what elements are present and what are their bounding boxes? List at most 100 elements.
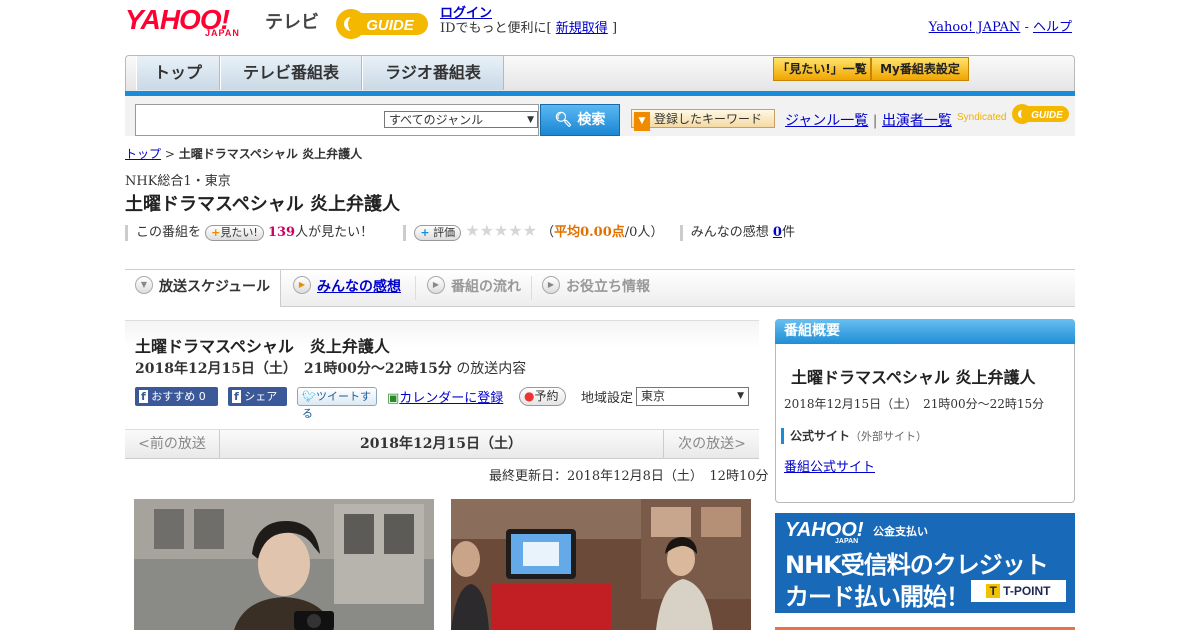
chevron-right-icon: ▶ — [542, 276, 560, 294]
signup-link[interactable]: 新規取得 — [556, 21, 608, 36]
tpoint-icon: T — [986, 584, 1000, 598]
login-box: ログイン IDでもっと便利に[ 新規取得 ] — [440, 6, 617, 36]
station-label: NHK総合1・東京 — [125, 174, 231, 189]
calendar-icon: ▣ — [387, 391, 400, 406]
search-links: ジャンル一覧 | 出演者一覧 — [785, 110, 952, 130]
ad-line1: NHK受信料のクレジット — [785, 551, 1049, 579]
gguide-logo: GUIDE — [336, 9, 428, 39]
page-title: 土曜ドラマスペシャル 炎上弁護人 — [125, 194, 401, 215]
ad-line2: カード払い開始！ — [785, 583, 970, 611]
program-title: 土曜ドラマスペシャル 炎上弁護人 — [135, 337, 390, 356]
ad-japan-label: JAPAN — [835, 538, 859, 545]
tweet-button[interactable]: 🐦︎ツイートする — [297, 387, 377, 420]
chevron-down-icon: ▼ — [135, 276, 153, 294]
divider — [125, 224, 128, 241]
tpoint-logo: T T-POINT — [971, 580, 1066, 602]
summary-datetime: 2018年12月15日（土） 21時00分～22時15分 — [784, 397, 1045, 411]
sub-tabs: ▼ 放送スケジュール ▶ みんなの感想 ▶ 番組の流れ ▶ お役立ち情報 — [125, 269, 1075, 307]
last-updated: 最終更新日：2018年12月8日（土） 12時10分 — [489, 469, 769, 484]
avg-people: /0人 — [624, 225, 651, 240]
tab-useful-info: ▶ お役立ち情報 — [542, 270, 650, 306]
cast-list-link[interactable]: 出演者一覧 — [882, 113, 952, 129]
tab-tv-schedule[interactable]: テレビ番組表 — [220, 56, 362, 90]
genre-list-link[interactable]: ジャンル一覧 — [785, 113, 868, 129]
tab-broadcast-schedule[interactable]: ▼ 放送スケジュール — [125, 270, 281, 307]
main-nav: トップ テレビ番組表 ラジオ番組表 「見たい!」一覧 My番組表設定 — [125, 55, 1075, 93]
program-photo-2[interactable] — [451, 499, 751, 630]
breadcrumb-top[interactable]: トップ — [125, 147, 161, 161]
region-label: 地域設定 — [581, 391, 634, 406]
twitter-icon: 🐦︎ — [302, 390, 316, 403]
help-link[interactable]: ヘルプ — [1033, 20, 1072, 35]
official-site-label: 公式サイト（外部サイト） — [781, 428, 927, 444]
login-link[interactable]: ログイン — [440, 6, 492, 21]
tab-top[interactable]: トップ — [136, 56, 220, 90]
svg-text:GUIDE: GUIDE — [366, 17, 415, 34]
breadcrumb: トップ > 土曜ドラマスペシャル 炎上弁護人 — [125, 145, 362, 162]
ad-payment-label: 公金支払い — [873, 525, 928, 538]
gguide-small-logo: GUIDE — [1012, 104, 1069, 124]
star-rating[interactable]: ★★★★★ — [465, 222, 541, 240]
reserve-button[interactable]: ●予約 — [519, 387, 566, 406]
rate-button[interactable]: + 評価 — [414, 225, 462, 241]
signup-close: ] — [611, 21, 618, 36]
mitai-list-button[interactable]: 「見たい!」一覧 — [773, 57, 871, 81]
my-schedule-button[interactable]: My番組表設定 — [871, 57, 969, 81]
registered-keyword-button[interactable]: ▼ 登録したキーワード — [631, 109, 775, 131]
star-icon: ★ — [479, 221, 494, 240]
mitai-button[interactable]: +見たい! — [205, 225, 264, 241]
program-summary-header: 番組概要 — [775, 319, 1075, 344]
chevron-right-icon: ▶ — [427, 276, 445, 294]
prev-broadcast[interactable]: <前の放送 — [125, 430, 220, 458]
impressions-unit: 件 — [781, 225, 795, 240]
avg-score: 平均0.00点 — [554, 225, 625, 240]
facebook-icon: f — [139, 390, 148, 403]
program-datetime: 2018年12月15日（土） 21時00分～22時15分 の放送内容 — [135, 361, 527, 377]
impressions-label: みんなの感想 — [690, 225, 769, 240]
summary-title: 土曜ドラマスペシャル 炎上弁護人 — [791, 368, 1036, 387]
current-date: 2018年12月15日（土） — [360, 436, 522, 452]
fb-recommend-button[interactable]: f おすすめ 0 — [135, 387, 218, 406]
dropdown-arrow-icon: ▼ — [737, 391, 744, 401]
dropdown-triangle-icon: ▼ — [634, 112, 650, 131]
tab-program-flow: ▶ 番組の流れ — [427, 270, 521, 306]
social-row: f おすすめ 0 f シェア 🐦︎ツイートする ▣カレンダーに登録 ●予約 地域… — [135, 387, 755, 420]
divider — [679, 224, 683, 241]
login-text: IDでもっと便利に[ — [440, 21, 552, 36]
star-icon: ★ — [465, 221, 480, 240]
breadcrumb-sep: > — [164, 147, 175, 161]
star-icon: ★ — [493, 221, 509, 240]
avg-close: ） — [650, 225, 664, 240]
impressions-count-link[interactable]: 0 — [773, 225, 782, 240]
search-button[interactable]: 🔍︎ 検索 — [540, 104, 620, 136]
dropdown-arrow-icon: ▼ — [527, 115, 534, 125]
yahoo-japan-sublogo: JAPAN — [205, 28, 240, 38]
mitai-prefix: この番組を — [136, 225, 202, 240]
rating-row: この番組を +見たい! 139人が見たい！ + 評価 ★★★★★ （平均0.00… — [125, 222, 795, 241]
program-photo-1[interactable] — [134, 499, 434, 630]
star-icon: ★ — [522, 221, 537, 240]
divider — [403, 224, 407, 241]
link-divider: | — [872, 113, 878, 129]
yahoo-japan-link[interactable]: Yahoo! JAPAN — [929, 20, 1021, 35]
chevron-right-icon: ▶ — [293, 276, 311, 294]
record-dot-icon: ● — [524, 389, 535, 403]
fb-share-button[interactable]: f シェア — [228, 387, 287, 406]
avg-open: （ — [541, 225, 555, 240]
genre-select[interactable]: すべてのジャンル ▼ — [384, 111, 538, 128]
breadcrumb-current: 土曜ドラマスペシャル 炎上弁護人 — [178, 147, 363, 161]
calendar-register[interactable]: ▣カレンダーに登録 — [387, 387, 503, 406]
next-broadcast[interactable]: 次の放送> — [663, 430, 760, 458]
facebook-icon: f — [232, 390, 241, 403]
link-separator: - — [1024, 20, 1029, 35]
region-select[interactable]: 東京 ▼ — [636, 387, 749, 406]
nhk-payment-ad[interactable]: YAHOO! JAPAN 公金支払い NHK受信料のクレジット カード払い開始！… — [775, 513, 1075, 613]
date-nav: <前の放送 2018年12月15日（土） 次の放送> — [125, 429, 759, 459]
star-icon: ★ — [508, 221, 523, 240]
tab-radio-schedule[interactable]: ラジオ番組表 — [362, 56, 504, 90]
search-icon: 🔍︎ — [554, 112, 573, 128]
plus-icon: + — [420, 226, 430, 239]
tab-impressions[interactable]: ▶ みんなの感想 — [293, 270, 401, 306]
official-site-link[interactable]: 番組公式サイト — [784, 456, 875, 475]
tv-label: テレビ — [265, 12, 319, 33]
